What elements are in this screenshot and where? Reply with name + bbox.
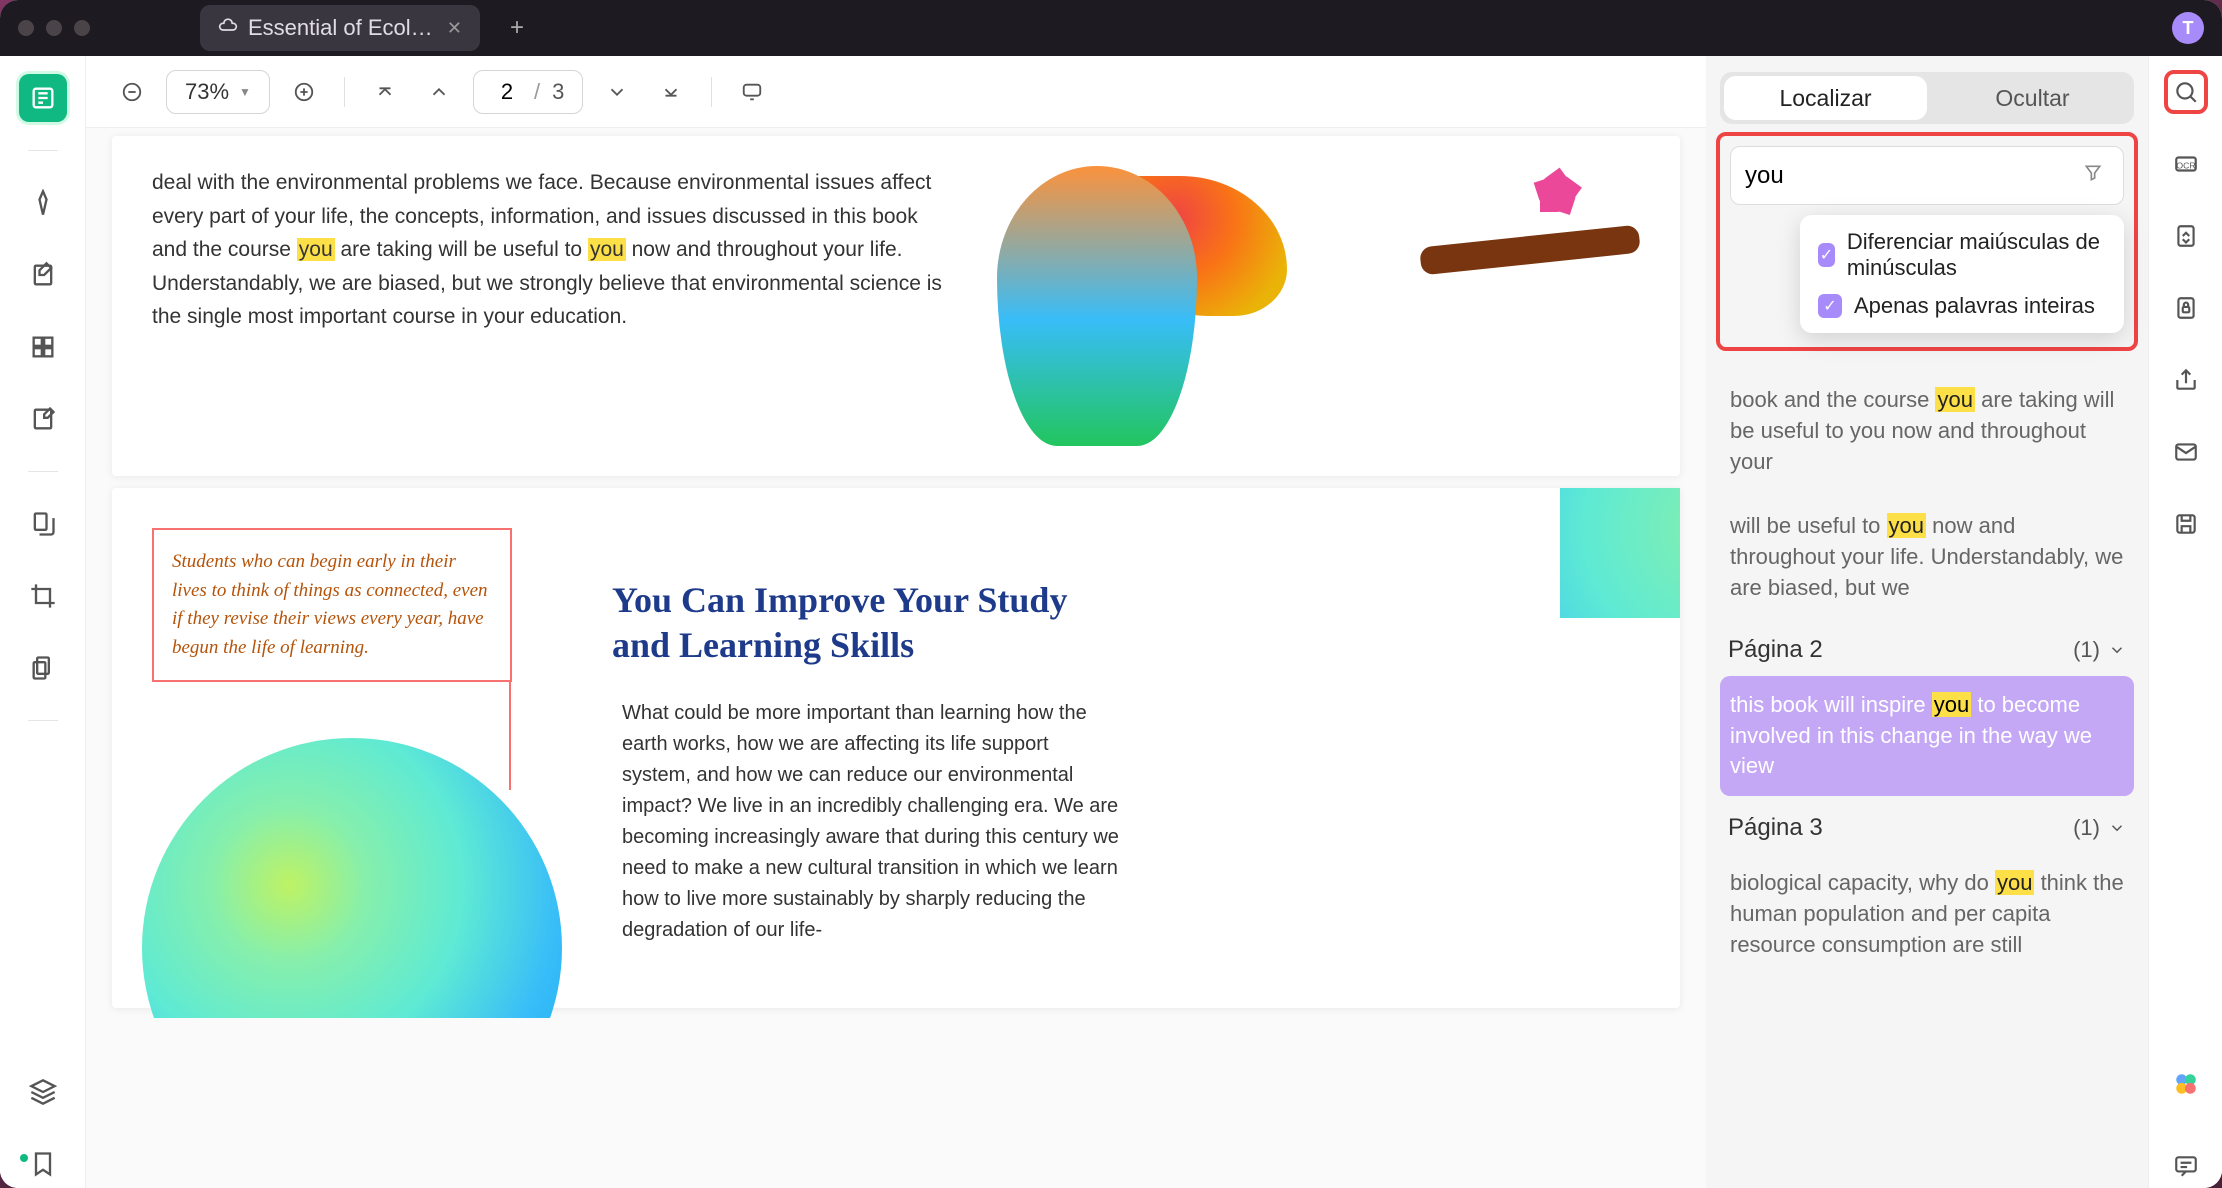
- share-button[interactable]: [2164, 358, 2208, 402]
- add-tab-button[interactable]: +: [510, 14, 524, 42]
- section-heading: You Can Improve Your Study and Learning …: [612, 578, 1112, 668]
- result-group-header[interactable]: Página 3 (1): [1720, 802, 2134, 854]
- sidebar-highlight-tool[interactable]: [19, 179, 67, 227]
- sidebar-crop-tool[interactable]: [19, 572, 67, 620]
- parrot-illustration: [977, 166, 1640, 446]
- page-label: Página 2: [1728, 636, 1823, 664]
- maximize-window-button[interactable]: [74, 20, 90, 36]
- close-tab-button[interactable]: ✕: [447, 18, 462, 39]
- document-viewport[interactable]: deal with the environmental problems we …: [86, 128, 1706, 1188]
- first-page-button[interactable]: [365, 72, 405, 112]
- separator: [28, 471, 58, 472]
- option-label: Diferenciar maiúsculas de minúsculas: [1847, 229, 2106, 281]
- page-current-input[interactable]: [492, 79, 522, 105]
- zoom-in-button[interactable]: [284, 72, 324, 112]
- option-label: Apenas palavras inteiras: [1854, 293, 2095, 319]
- sidebar-page-tool[interactable]: [19, 323, 67, 371]
- checkbox-icon: ✓: [1818, 243, 1835, 267]
- sidebar-fill-sign-tool[interactable]: [19, 395, 67, 443]
- sidebar-bookmark[interactable]: [19, 1140, 67, 1188]
- ocr-button[interactable]: OCR: [2164, 142, 2208, 186]
- highlighted-word: you: [588, 238, 626, 261]
- page-total: 3: [552, 79, 564, 105]
- zoom-value: 73%: [185, 79, 229, 105]
- protect-button[interactable]: [2164, 286, 2208, 330]
- search-toggle-button[interactable]: [2164, 70, 2208, 114]
- sidebar-edit-tool[interactable]: [19, 251, 67, 299]
- page-label: Página 3: [1728, 814, 1823, 842]
- separator: [711, 77, 712, 107]
- checkbox-icon: ✓: [1818, 294, 1842, 318]
- document-text: deal with the environmental problems we …: [152, 166, 947, 446]
- content-area: 73% ▼ / 3 dea: [0, 56, 2222, 1188]
- search-input-row: [1730, 146, 2124, 205]
- zoom-out-button[interactable]: [112, 72, 152, 112]
- tab-hide[interactable]: Ocultar: [1931, 72, 2134, 124]
- sidebar-layers[interactable]: [19, 1068, 67, 1116]
- search-panel: Localizar Ocultar ✓ Diferenciar maiúscul…: [1706, 56, 2148, 1188]
- search-result-item[interactable]: biological capacity, why do you think th…: [1720, 854, 2134, 974]
- main-area: 73% ▼ / 3 dea: [86, 56, 1706, 1188]
- svg-text:OCR: OCR: [2176, 160, 2195, 170]
- app-logo-icon[interactable]: [2164, 1062, 2208, 1106]
- globe-illustration: [1560, 488, 1680, 618]
- separator: [344, 77, 345, 107]
- search-box-highlighted: ✓ Diferenciar maiúsculas de minúsculas ✓…: [1716, 132, 2138, 351]
- window-controls: [18, 20, 90, 36]
- text: are taking will be useful to: [335, 238, 588, 261]
- sidebar-batch-tool[interactable]: [19, 644, 67, 692]
- filter-icon[interactable]: [2077, 157, 2109, 194]
- search-result-item[interactable]: book and the course you are taking will …: [1720, 371, 2134, 491]
- status-dot: [20, 1154, 28, 1162]
- presentation-button[interactable]: [732, 72, 772, 112]
- tab-title: Essential of Ecology: [248, 15, 437, 41]
- page-indicator: / 3: [473, 70, 583, 114]
- toolbar: 73% ▼ / 3: [86, 56, 1706, 128]
- tab-find[interactable]: Localizar: [1724, 76, 1927, 120]
- chevron-down-icon: ▼: [239, 85, 251, 99]
- page-separator: /: [534, 79, 540, 105]
- search-result-item[interactable]: this book will inspire you to become inv…: [1720, 676, 2134, 796]
- filter-option-case[interactable]: ✓ Diferenciar maiúsculas de minúsculas: [1818, 229, 2106, 281]
- sidebar-compare-tool[interactable]: [19, 500, 67, 548]
- convert-button[interactable]: [2164, 214, 2208, 258]
- left-sidebar: [0, 56, 86, 1188]
- search-tabs: Localizar Ocultar: [1720, 72, 2134, 124]
- search-input[interactable]: [1745, 162, 2077, 190]
- paragraph: What could be more important than learni…: [622, 698, 1122, 946]
- globe-illustration: [142, 738, 562, 1018]
- separator: [28, 150, 58, 151]
- app-window: Essential of Ecology ✕ + T: [0, 0, 2222, 1188]
- document-tab[interactable]: Essential of Ecology ✕: [200, 5, 480, 51]
- separator: [28, 720, 58, 721]
- save-button[interactable]: [2164, 502, 2208, 546]
- avatar[interactable]: T: [2172, 12, 2204, 44]
- quote-callout: Students who can begin early in their li…: [152, 528, 512, 682]
- document-page-2: Students who can begin early in their li…: [112, 488, 1680, 1008]
- highlighted-word: you: [297, 238, 335, 261]
- comments-button[interactable]: [2164, 1144, 2208, 1188]
- close-window-button[interactable]: [18, 20, 34, 36]
- document-page-1: deal with the environmental problems we …: [112, 136, 1680, 476]
- result-count: (1): [2073, 815, 2126, 841]
- filter-dropdown: ✓ Diferenciar maiúsculas de minúsculas ✓…: [1800, 215, 2124, 333]
- right-sidebar: OCR: [2148, 56, 2222, 1188]
- prev-page-button[interactable]: [419, 72, 459, 112]
- filter-option-whole-words[interactable]: ✓ Apenas palavras inteiras: [1818, 293, 2106, 319]
- zoom-select[interactable]: 73% ▼: [166, 70, 270, 114]
- search-results[interactable]: book and the course you are taking will …: [1712, 359, 2142, 1188]
- next-page-button[interactable]: [597, 72, 637, 112]
- result-group-header[interactable]: Página 2 (1): [1720, 624, 2134, 676]
- sidebar-reader-mode[interactable]: [19, 74, 67, 122]
- last-page-button[interactable]: [651, 72, 691, 112]
- minimize-window-button[interactable]: [46, 20, 62, 36]
- search-result-item[interactable]: will be useful to you now and throughout…: [1720, 497, 2134, 617]
- result-count: (1): [2073, 637, 2126, 663]
- titlebar: Essential of Ecology ✕ + T: [0, 0, 2222, 56]
- email-button[interactable]: [2164, 430, 2208, 474]
- cloud-icon: [218, 15, 238, 41]
